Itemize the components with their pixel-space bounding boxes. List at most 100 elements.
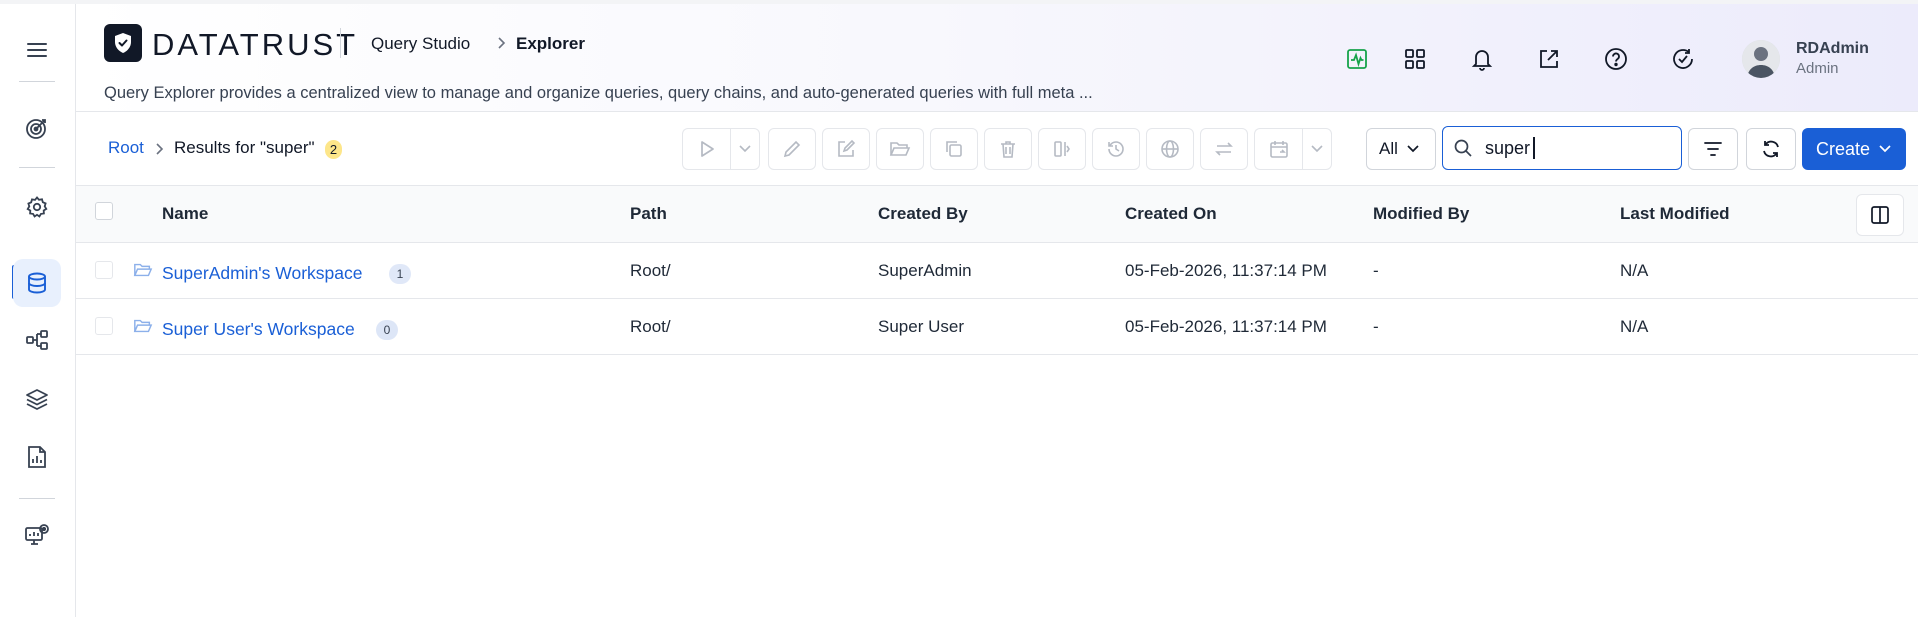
column-header-modified-by[interactable]: Modified By — [1373, 204, 1469, 224]
cell-created-on: 05-Feb-2026, 11:37:14 PM — [1125, 317, 1327, 336]
hierarchy-icon[interactable] — [13, 316, 61, 364]
avatar[interactable] — [1742, 40, 1780, 78]
cell-last-modified: N/A — [1620, 317, 1649, 336]
type-filter-select[interactable]: All — [1366, 128, 1436, 170]
columns-icon — [1870, 205, 1890, 225]
run-button[interactable] — [682, 128, 730, 170]
search-icon — [1453, 138, 1473, 158]
rail-divider — [19, 81, 55, 82]
calendar-icon — [1269, 139, 1289, 159]
chevron-down-icon — [1310, 144, 1324, 154]
column-panel-button[interactable] — [1856, 194, 1904, 236]
table-row[interactable]: Super User's Workspace 0 Root/ Super Use… — [76, 299, 1918, 355]
user-name[interactable]: RDAdmin — [1796, 40, 1869, 58]
type-filter-value: All — [1379, 139, 1398, 158]
row-checkbox[interactable] — [95, 261, 113, 279]
gear-icon[interactable] — [13, 183, 61, 231]
cell-modified-by: - — [1373, 317, 1379, 336]
edit-button[interactable] — [822, 128, 870, 170]
breadcrumb-root[interactable]: Root — [108, 138, 144, 158]
rename-button[interactable] — [768, 128, 816, 170]
help-icon[interactable] — [1599, 42, 1633, 76]
column-header-path[interactable]: Path — [630, 204, 667, 224]
play-icon — [698, 139, 716, 159]
layers-icon[interactable] — [13, 375, 61, 423]
history-button[interactable] — [1092, 128, 1140, 170]
delete-button[interactable] — [984, 128, 1032, 170]
folder-open-icon — [889, 140, 911, 158]
explorer-toolbar: Root Results for "super" 2 All super Cre… — [76, 112, 1918, 186]
create-label: Create — [1815, 138, 1871, 159]
activity-icon[interactable] — [1340, 42, 1374, 76]
item-count-badge: 0 — [376, 320, 398, 340]
cell-last-modified: N/A — [1620, 261, 1649, 280]
globe-icon — [1160, 139, 1180, 159]
bell-icon[interactable] — [1465, 42, 1499, 76]
chevron-down-icon — [738, 144, 752, 154]
left-rail — [0, 4, 76, 617]
folder-icon — [133, 317, 153, 335]
page-description: Query Explorer provides a centralized vi… — [104, 84, 1093, 102]
report-icon[interactable] — [13, 433, 61, 481]
cell-path: Root/ — [630, 261, 671, 280]
compare-button[interactable] — [1038, 128, 1086, 170]
split-icon — [1052, 139, 1072, 159]
workspace-name-link[interactable]: Super User's Workspace — [162, 319, 355, 340]
schedule-button[interactable] — [1254, 128, 1302, 170]
text-caret — [1533, 137, 1535, 159]
breadcrumb-query-studio[interactable]: Query Studio — [371, 34, 470, 54]
chevron-down-icon — [1406, 144, 1420, 154]
item-count-badge: 1 — [389, 264, 411, 284]
chevron-down-icon — [1878, 144, 1892, 154]
refresh-check-icon[interactable] — [1666, 42, 1700, 76]
filter-button[interactable] — [1688, 128, 1738, 170]
menu-icon[interactable] — [13, 26, 61, 74]
rail-divider — [19, 498, 55, 499]
transfer-button[interactable] — [1200, 128, 1248, 170]
folder-icon — [133, 261, 153, 279]
shield-logo-icon — [104, 24, 142, 62]
column-header-created-on[interactable]: Created On — [1125, 204, 1217, 224]
chevron-right-icon — [155, 142, 165, 156]
chevron-right-icon — [497, 36, 507, 50]
search-results-label: Results for "super" — [174, 138, 315, 157]
table-header: Name Path Created By Created On Modified… — [76, 186, 1918, 243]
copy-icon — [944, 139, 964, 159]
run-dropdown-button[interactable] — [730, 128, 760, 170]
target-icon[interactable] — [13, 104, 61, 152]
rail-divider — [19, 167, 55, 168]
schedule-dropdown-button[interactable] — [1302, 128, 1332, 170]
publish-button[interactable] — [1146, 128, 1194, 170]
cell-modified-by: - — [1373, 261, 1379, 280]
column-header-created-by[interactable]: Created By — [878, 204, 968, 224]
column-header-last-modified[interactable]: Last Modified — [1620, 204, 1730, 224]
cell-created-by: Super User — [878, 317, 964, 336]
header-divider — [340, 28, 341, 58]
edit-icon — [836, 139, 856, 159]
search-input[interactable] — [1485, 136, 1670, 160]
pencil-icon — [782, 139, 802, 159]
apps-grid-icon[interactable] — [1398, 42, 1432, 76]
workspace-name-link[interactable]: SuperAdmin's Workspace — [162, 263, 362, 284]
user-role: Admin — [1796, 60, 1839, 77]
history-icon — [1106, 139, 1126, 159]
refresh-icon — [1761, 139, 1781, 159]
logo-text: DATATRUST — [152, 27, 359, 62]
filter-icon — [1703, 141, 1723, 157]
monitor-icon[interactable] — [13, 511, 61, 559]
cell-created-on: 05-Feb-2026, 11:37:14 PM — [1125, 261, 1327, 280]
move-button[interactable] — [876, 128, 924, 170]
search-field[interactable] — [1442, 126, 1682, 170]
row-checkbox[interactable] — [95, 317, 113, 335]
select-all-checkbox[interactable] — [95, 202, 113, 220]
table-row[interactable]: SuperAdmin's Workspace 1 Root/ SuperAdmi… — [76, 243, 1918, 299]
database-icon[interactable] — [13, 259, 61, 307]
copy-button[interactable] — [930, 128, 978, 170]
cell-created-by: SuperAdmin — [878, 261, 972, 280]
cell-path: Root/ — [630, 317, 671, 336]
refresh-button[interactable] — [1746, 128, 1796, 170]
column-header-name[interactable]: Name — [162, 204, 208, 224]
create-button[interactable]: Create — [1802, 128, 1906, 170]
breadcrumb-explorer: Explorer — [516, 34, 585, 53]
external-link-icon[interactable] — [1532, 42, 1566, 76]
